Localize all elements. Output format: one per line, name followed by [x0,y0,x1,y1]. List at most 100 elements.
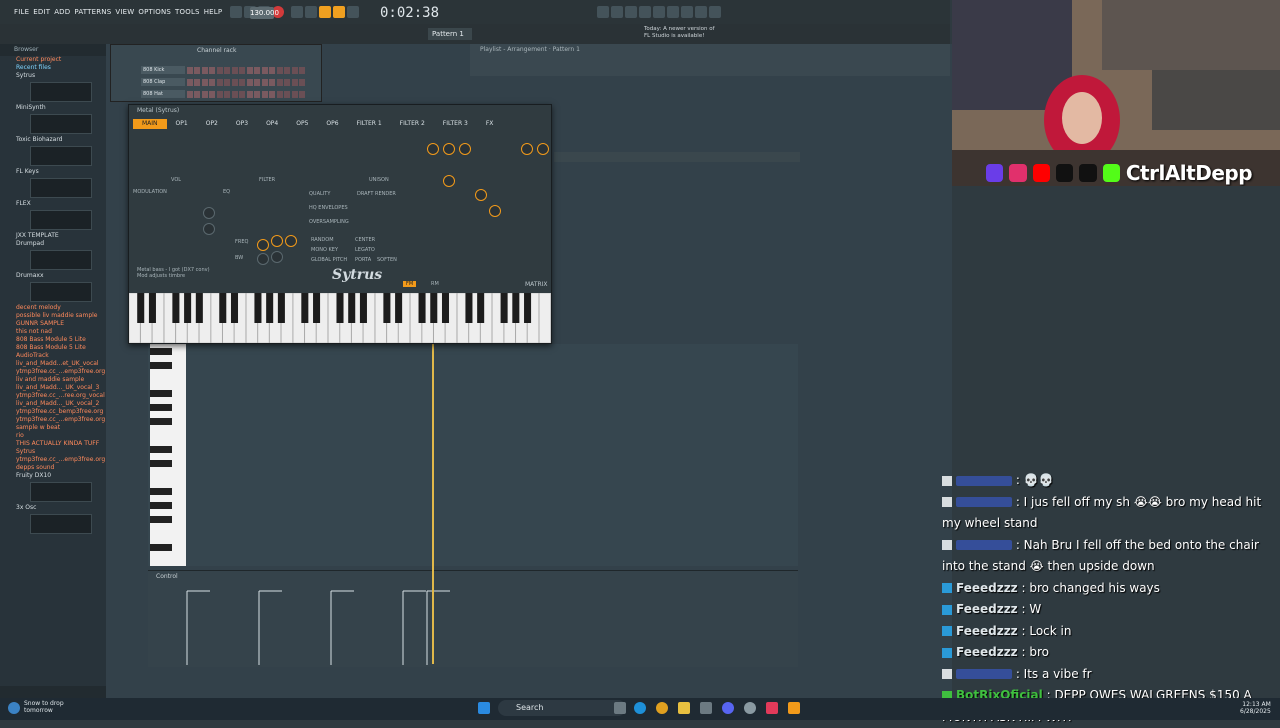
menu-file[interactable]: FILE [12,8,31,16]
step-button[interactable] [209,78,215,86]
step-button[interactable] [299,78,305,86]
mixer-icon[interactable] [667,6,679,18]
browser-item[interactable]: liv_and_Madd..._UK_vocal_3 [0,384,106,392]
step-button[interactable] [254,90,260,98]
step-button[interactable] [224,66,230,74]
tempo-display[interactable]: 130.000 [250,7,279,19]
undo-icon[interactable] [597,6,609,18]
app-icon[interactable] [766,702,778,714]
browser-item[interactable]: AudioTrack [0,352,106,360]
browser-item[interactable]: Recent files [0,64,106,72]
browser-item[interactable]: ytmp3free.cc_...ree.org_vocal [0,392,106,400]
browser-item[interactable]: MiniSynth [0,104,106,112]
chat-icon[interactable] [695,6,707,18]
step-button[interactable] [291,78,298,86]
pattern-selector[interactable]: Pattern 1 [428,28,472,40]
step-button[interactable] [261,66,268,74]
browser-item[interactable]: 3x Osc [0,504,106,512]
step-button[interactable] [201,78,208,86]
chrome-icon[interactable] [656,702,668,714]
op-knob[interactable] [443,143,455,155]
step-button[interactable] [239,78,245,86]
chat-username[interactable]: Feeedzzz [956,602,1018,616]
clock[interactable]: 12:13 AM 6/28/2025 [1240,701,1271,715]
step-button[interactable] [276,78,283,86]
bw-knob[interactable] [257,253,269,265]
rm-toggle[interactable]: RM [431,281,439,287]
step-button[interactable] [284,90,290,98]
weather-widget[interactable]: Snow to drop tomorrow [24,700,64,714]
step-button[interactable] [209,66,215,74]
step-button[interactable] [201,66,208,74]
step-button[interactable] [299,90,305,98]
browser-icon[interactable] [681,6,693,18]
sytrus-tab[interactable]: FILTER 2 [391,119,434,129]
channel-name[interactable]: 808 Kick [141,66,185,74]
sytrus-tab[interactable]: FX [477,119,503,129]
sytrus-tab[interactable]: OP6 [317,119,347,129]
step-button[interactable] [186,90,193,98]
step-button[interactable] [209,90,215,98]
menu-options[interactable]: OPTIONS [136,8,173,16]
step-button[interactable] [261,78,268,86]
sytrus-keyboard[interactable] [128,292,551,344]
cut-icon[interactable] [611,6,623,18]
browser-item[interactable]: FLEX [0,200,106,208]
op-knob[interactable] [459,143,471,155]
browser-item[interactable]: liv and maddie sample [0,376,106,384]
sytrus-tab[interactable]: OP5 [287,119,317,129]
op-knob[interactable] [427,143,439,155]
control-lane[interactable]: Control [148,570,798,667]
step-button[interactable] [261,90,268,98]
step-button[interactable] [239,90,245,98]
browser-item[interactable]: liv_and_Madd..._UK_vocal_2 [0,400,106,408]
browser-item[interactable]: ytmp3free.cc_...emp3free.org [0,368,106,376]
menu-edit[interactable]: EDIT [31,8,52,16]
playhead[interactable] [432,344,434,664]
step-button[interactable] [276,90,283,98]
browser-item[interactable]: Sytrus [0,448,106,456]
mic-icon[interactable] [625,6,637,18]
step-button[interactable] [231,78,238,86]
browser-item[interactable]: Drumpad [0,240,106,248]
op-knob[interactable] [537,143,549,155]
menu-tools[interactable]: TOOLS [173,8,202,16]
browser-item[interactable]: JXX TEMPLATE [0,232,106,240]
bw-knob[interactable] [271,251,283,263]
browser-item[interactable]: sample w beat [0,424,106,432]
browser-item[interactable]: FL Keys [0,168,106,176]
sytrus-tab[interactable]: FILTER 3 [434,119,477,129]
step-button[interactable] [284,66,290,74]
browser-item[interactable]: decent melody [0,304,106,312]
freq-knob[interactable] [285,235,297,247]
browser-item[interactable]: liv_and_Madd...et_UK_vocal [0,360,106,368]
step-button[interactable] [246,78,253,86]
step-button[interactable] [231,66,238,74]
browser-item[interactable]: ytmp3free.cc_...emp3free.org [0,456,106,464]
op-knob[interactable] [489,205,501,217]
channel-name[interactable]: 808 Clap [141,78,185,86]
step-button[interactable] [224,78,230,86]
typing-keyboard-icon[interactable] [319,6,331,18]
fl-studio-icon[interactable] [788,702,800,714]
task-view-icon[interactable] [614,702,626,714]
browser-item[interactable]: Current project [0,56,106,64]
freq-knob[interactable] [271,235,283,247]
browser-item[interactable]: Fruity DX10 [0,472,106,480]
metronome-icon[interactable] [305,6,317,18]
channel-name[interactable]: 808 Hat [141,90,185,98]
browser-item[interactable]: ytmp3free.cc_bemp3free.org [0,408,106,416]
help-icon[interactable] [653,6,665,18]
chat-username[interactable]: Feeedzzz [956,581,1018,595]
hint-icon[interactable] [230,6,243,18]
step-button[interactable] [254,66,260,74]
op-knob[interactable] [521,143,533,155]
chat-username[interactable]: Feeedzzz [956,645,1018,659]
edge-icon[interactable] [634,702,646,714]
step-button[interactable] [231,90,238,98]
sytrus-tab[interactable]: OP4 [257,119,287,129]
sytrus-tab[interactable]: MAIN [133,119,167,129]
chat-username[interactable]: Feeedzzz [956,624,1018,638]
step-button[interactable] [299,66,305,74]
step-button[interactable] [194,90,200,98]
